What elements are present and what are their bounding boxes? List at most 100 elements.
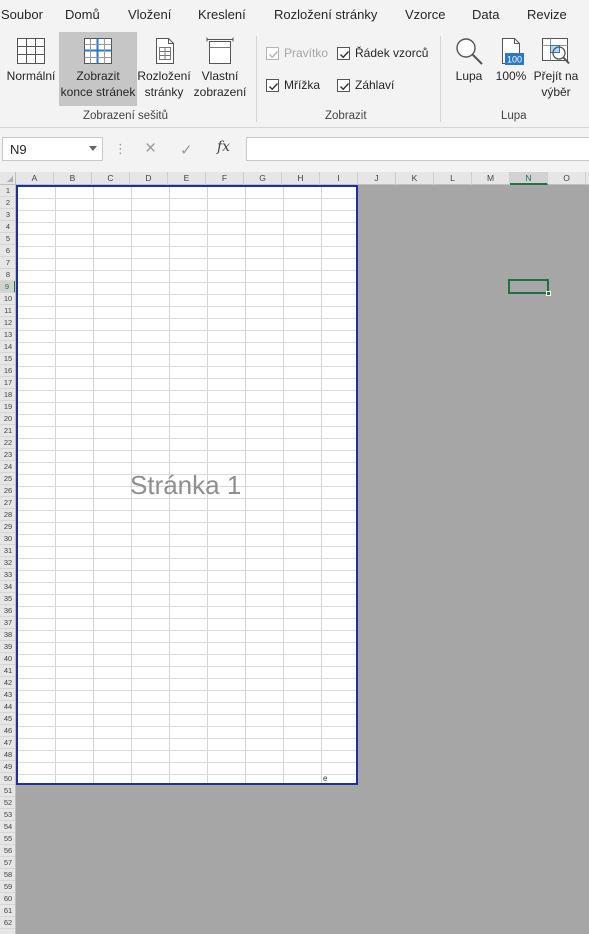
row-header-38[interactable]: 38 bbox=[0, 629, 15, 641]
column-header-b[interactable]: B bbox=[54, 172, 92, 185]
row-header-47[interactable]: 47 bbox=[0, 737, 15, 749]
column-header-n[interactable]: N bbox=[510, 172, 548, 185]
row-header-26[interactable]: 26 bbox=[0, 485, 15, 497]
column-header-j[interactable]: J bbox=[358, 172, 396, 185]
row-header-39[interactable]: 39 bbox=[0, 641, 15, 653]
fill-handle[interactable] bbox=[546, 291, 551, 296]
row-header-13[interactable]: 13 bbox=[0, 329, 15, 341]
row-header-11[interactable]: 11 bbox=[0, 305, 15, 317]
row-header-22[interactable]: 22 bbox=[0, 437, 15, 449]
row-header-59[interactable]: 59 bbox=[0, 881, 15, 893]
row-header-1[interactable]: 1 bbox=[0, 185, 15, 197]
row-header-3[interactable]: 3 bbox=[0, 209, 15, 221]
ruler-checkbox[interactable]: Pravítko bbox=[266, 46, 328, 60]
column-header-d[interactable]: D bbox=[130, 172, 168, 185]
row-header-20[interactable]: 20 bbox=[0, 413, 15, 425]
row-header-24[interactable]: 24 bbox=[0, 461, 15, 473]
gridlines-checkbox[interactable]: Mřížka bbox=[266, 78, 320, 92]
row-header-16[interactable]: 16 bbox=[0, 365, 15, 377]
row-header-46[interactable]: 46 bbox=[0, 725, 15, 737]
row-header-2[interactable]: 2 bbox=[0, 197, 15, 209]
more-options-icon[interactable]: ⋮ bbox=[114, 141, 127, 157]
row-header-32[interactable]: 32 bbox=[0, 557, 15, 569]
column-header-i[interactable]: I bbox=[320, 172, 358, 185]
formula-bar-checkbox[interactable]: Řádek vzorců bbox=[337, 46, 428, 60]
column-header-g[interactable]: G bbox=[244, 172, 282, 185]
row-header-34[interactable]: 34 bbox=[0, 581, 15, 593]
row-header-48[interactable]: 48 bbox=[0, 749, 15, 761]
row-header-27[interactable]: 27 bbox=[0, 497, 15, 509]
column-header-a[interactable]: A bbox=[16, 172, 54, 185]
row-header-21[interactable]: 21 bbox=[0, 425, 15, 437]
custom-views-button[interactable]: Vlastní zobrazení bbox=[192, 32, 248, 106]
tab-home[interactable]: Domů bbox=[65, 7, 100, 22]
row-header-35[interactable]: 35 bbox=[0, 593, 15, 605]
row-header-5[interactable]: 5 bbox=[0, 233, 15, 245]
row-header-60[interactable]: 60 bbox=[0, 893, 15, 905]
print-page-1[interactable]: Stránka 1 e bbox=[16, 185, 358, 785]
tab-insert[interactable]: Vložení bbox=[128, 7, 171, 22]
row-header-43[interactable]: 43 bbox=[0, 689, 15, 701]
column-header-l[interactable]: L bbox=[434, 172, 472, 185]
row-header-44[interactable]: 44 bbox=[0, 701, 15, 713]
name-box[interactable]: N9 bbox=[2, 137, 103, 161]
column-header-f[interactable]: F bbox=[206, 172, 244, 185]
row-header-56[interactable]: 56 bbox=[0, 845, 15, 857]
column-header-c[interactable]: C bbox=[92, 172, 130, 185]
row-header-31[interactable]: 31 bbox=[0, 545, 15, 557]
row-header-15[interactable]: 15 bbox=[0, 353, 15, 365]
column-header-m[interactable]: M bbox=[472, 172, 510, 185]
tab-draw[interactable]: Kreslení bbox=[198, 7, 246, 22]
row-header-51[interactable]: 51 bbox=[0, 785, 15, 797]
page-layout-view-button[interactable]: Rozložení stránky bbox=[137, 32, 191, 106]
row-header-14[interactable]: 14 bbox=[0, 341, 15, 353]
row-header-36[interactable]: 36 bbox=[0, 605, 15, 617]
tab-page-layout[interactable]: Rozložení stránky bbox=[274, 7, 377, 22]
row-header-52[interactable]: 52 bbox=[0, 797, 15, 809]
row-header-23[interactable]: 23 bbox=[0, 449, 15, 461]
chevron-down-icon[interactable] bbox=[89, 146, 97, 151]
row-header-42[interactable]: 42 bbox=[0, 677, 15, 689]
row-header-30[interactable]: 30 bbox=[0, 533, 15, 545]
row-header-50[interactable]: 50 bbox=[0, 773, 15, 785]
row-header-8[interactable]: 8 bbox=[0, 269, 15, 281]
row-header-29[interactable]: 29 bbox=[0, 521, 15, 533]
zoom-to-selection-button[interactable]: Přejít na výběr bbox=[531, 32, 581, 106]
row-header-53[interactable]: 53 bbox=[0, 809, 15, 821]
enter-icon[interactable]: ✓ bbox=[180, 141, 193, 159]
tab-review[interactable]: Revize bbox=[527, 7, 567, 22]
row-header-49[interactable]: 49 bbox=[0, 761, 15, 773]
row-header-10[interactable]: 10 bbox=[0, 293, 15, 305]
row-header-57[interactable]: 57 bbox=[0, 857, 15, 869]
row-header-18[interactable]: 18 bbox=[0, 389, 15, 401]
row-header-4[interactable]: 4 bbox=[0, 221, 15, 233]
row-header-41[interactable]: 41 bbox=[0, 665, 15, 677]
zoom-button[interactable]: Lupa bbox=[449, 32, 489, 106]
column-header-o[interactable]: O bbox=[548, 172, 586, 185]
row-header-54[interactable]: 54 bbox=[0, 821, 15, 833]
row-header-19[interactable]: 19 bbox=[0, 401, 15, 413]
zoom-100-button[interactable]: 100 100% bbox=[492, 32, 530, 106]
row-header-9[interactable]: 9 bbox=[0, 281, 15, 293]
insert-function-icon[interactable]: fx bbox=[217, 139, 230, 155]
row-header-45[interactable]: 45 bbox=[0, 713, 15, 725]
row-header-55[interactable]: 55 bbox=[0, 833, 15, 845]
page-break-preview-button[interactable]: Zobrazit konce stránek bbox=[59, 32, 137, 106]
formula-input[interactable] bbox=[246, 137, 589, 161]
normal-view-button[interactable]: Normální bbox=[4, 32, 58, 106]
row-header-7[interactable]: 7 bbox=[0, 257, 15, 269]
row-header-40[interactable]: 40 bbox=[0, 653, 15, 665]
headings-checkbox[interactable]: Záhlaví bbox=[337, 78, 394, 92]
column-header-e[interactable]: E bbox=[168, 172, 206, 185]
row-header-58[interactable]: 58 bbox=[0, 869, 15, 881]
column-header-k[interactable]: K bbox=[396, 172, 434, 185]
cell-i50-text[interactable]: e bbox=[323, 774, 327, 783]
cancel-icon[interactable]: × bbox=[145, 138, 156, 160]
row-header-62[interactable]: 62 bbox=[0, 917, 15, 929]
row-header-37[interactable]: 37 bbox=[0, 617, 15, 629]
row-header-61[interactable]: 61 bbox=[0, 905, 15, 917]
select-all-corner[interactable] bbox=[0, 172, 16, 185]
row-header-28[interactable]: 28 bbox=[0, 509, 15, 521]
row-header-17[interactable]: 17 bbox=[0, 377, 15, 389]
tab-file[interactable]: Soubor bbox=[1, 7, 43, 22]
